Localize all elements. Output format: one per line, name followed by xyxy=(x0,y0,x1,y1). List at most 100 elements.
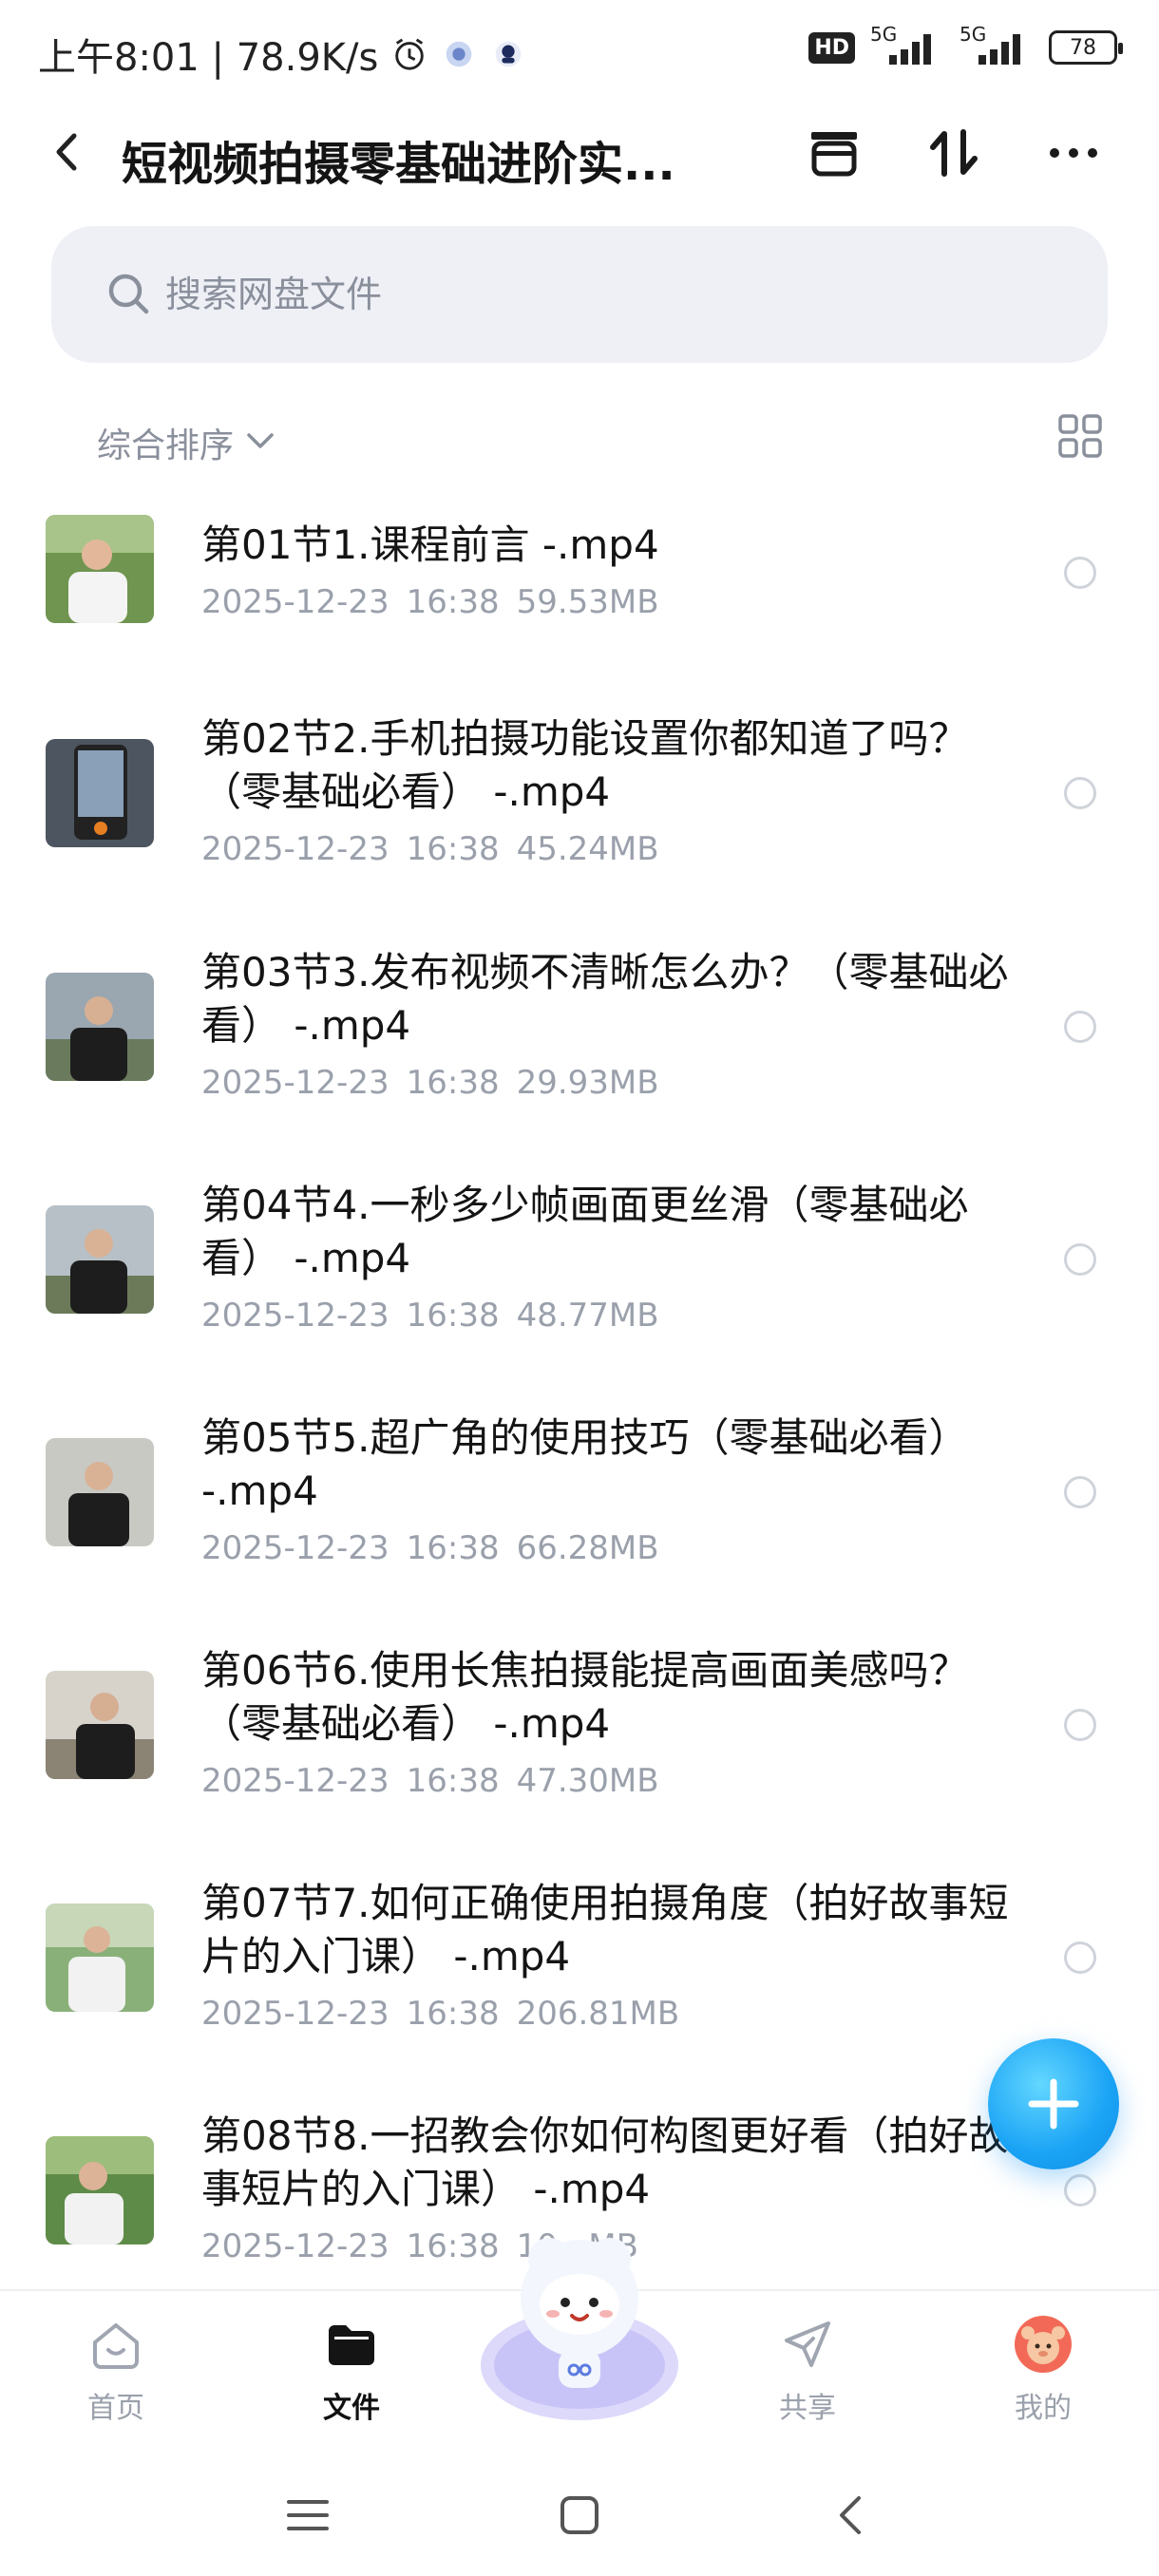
search-bar[interactable] xyxy=(51,226,1108,363)
file-size: 66.28MB xyxy=(516,1529,659,1567)
file-date: 2025-12-23 xyxy=(201,583,390,621)
more-button[interactable] xyxy=(1043,123,1104,183)
tab-label: 我的 xyxy=(1015,2392,1072,2425)
archive-button[interactable] xyxy=(804,123,864,183)
back-icon[interactable] xyxy=(825,2489,878,2542)
file-size: 48.77MB xyxy=(516,1297,659,1335)
ai-assistant-button[interactable] xyxy=(475,2223,684,2422)
signal-icon: 5G xyxy=(870,23,944,66)
select-radio[interactable] xyxy=(1064,2174,1096,2207)
file-meta: 2025-12-23 16:38 29.93MB xyxy=(201,1064,659,1102)
file-size: 45.24MB xyxy=(516,830,659,868)
select-radio[interactable] xyxy=(1064,1941,1096,1974)
more-dots-icon xyxy=(1050,148,1097,158)
file-date: 2025-12-23 xyxy=(201,1762,390,1800)
app-notification-icon xyxy=(446,41,472,67)
file-name: 第03节3.发布视频不清晰怎么办？（零基础必看） -.mp4 xyxy=(201,949,1009,1049)
file-name: 第01节1.课程前言 -.mp4 xyxy=(201,521,659,568)
tab-files[interactable]: 文件 xyxy=(276,2314,428,2437)
mascot-icon xyxy=(481,2238,678,2420)
file-name: 第05节5.超广角的使用技巧（零基础必看） -.mp4 xyxy=(201,1414,969,1514)
status-bar: 上午8:01 | 78.9K/s HD 5G 5G 78 xyxy=(0,0,1159,104)
file-name: 第06节6.使用长焦拍摄能提高画面美感吗？（零基础必看） -.mp4 xyxy=(201,1647,969,1747)
video-thumbnail xyxy=(46,1438,154,1546)
file-date: 2025-12-23 xyxy=(201,1297,390,1335)
sort-row: 综合排序 xyxy=(0,408,1159,475)
sort-arrows-icon xyxy=(930,129,978,177)
signal-icon-2: 5G xyxy=(960,23,1034,66)
video-thumbnail xyxy=(46,515,154,623)
tab-label: 首页 xyxy=(87,2392,144,2425)
select-radio[interactable] xyxy=(1064,1476,1096,1508)
select-radio[interactable] xyxy=(1064,557,1096,589)
tab-label: 共享 xyxy=(779,2392,836,2425)
file-size: 59.53MB xyxy=(516,583,659,621)
menu-icon[interactable] xyxy=(281,2489,334,2542)
file-size: 47.30MB xyxy=(516,1762,659,1800)
select-radio[interactable] xyxy=(1064,1709,1096,1741)
hd-badge: HD xyxy=(808,31,855,64)
file-time: 16:38 xyxy=(406,1762,500,1800)
file-name: 第04节4.一秒多少帧画面更丝滑（零基础必看） -.mp4 xyxy=(201,1182,969,1281)
select-radio[interactable] xyxy=(1064,1243,1096,1276)
header: 短视频拍摄零基础进阶实... xyxy=(0,109,1159,195)
add-button[interactable] xyxy=(988,2038,1119,2169)
battery-icon: 78 xyxy=(1049,30,1123,65)
sort-button[interactable] xyxy=(923,123,984,183)
select-radio[interactable] xyxy=(1064,1011,1096,1043)
archive-box-icon xyxy=(811,132,857,177)
file-date: 2025-12-23 xyxy=(201,1529,390,1567)
list-item[interactable]: 第03节3.发布视频不清晰怎么办？（零基础必看） -.mp4 2025-12-2… xyxy=(0,912,1159,1145)
file-date: 2025-12-23 xyxy=(201,2227,390,2265)
tab-me[interactable]: 我的 xyxy=(967,2314,1119,2437)
file-name: 第02节2.手机拍摄功能设置你都知道了吗？（零基础必看） -.mp4 xyxy=(201,715,969,815)
file-name: 第07节7.如何正确使用拍摄角度（拍好故事短片的入门课） -.mp4 xyxy=(201,1880,1009,1979)
sort-dropdown-label[interactable]: 综合排序 xyxy=(97,418,234,467)
home-square-icon[interactable] xyxy=(553,2489,606,2542)
file-name: 第08节8.一招教会你如何构图更好看（拍好故事短片的入门课） -.mp4 xyxy=(201,2112,1009,2212)
chevron-down-icon[interactable] xyxy=(245,426,276,456)
list-item[interactable]: 第04节4.一秒多少帧画面更丝滑（零基础必看） -.mp4 2025-12-23… xyxy=(0,1145,1159,1377)
video-thumbnail xyxy=(46,1671,154,1779)
grid-view-icon[interactable] xyxy=(1056,412,1104,460)
file-list-screen: 上午8:01 | 78.9K/s HD 5G 5G 78 短视频拍摄零基础进阶实… xyxy=(0,0,1159,2576)
folder-icon xyxy=(329,2325,374,2365)
list-item[interactable]: 第01节1.课程前言 -.mp4 2025-12-23 16:38 59.53MB xyxy=(0,484,1159,674)
file-meta: 2025-12-23 16:38 45.24MB xyxy=(201,830,659,868)
search-icon xyxy=(108,274,149,314)
file-meta: 2025-12-23 16:38 59.53MB xyxy=(201,583,659,621)
tab-label: 文件 xyxy=(323,2392,380,2425)
file-date: 2025-12-23 xyxy=(201,830,390,868)
select-radio[interactable] xyxy=(1064,777,1096,809)
file-time: 16:38 xyxy=(406,1297,500,1335)
video-thumbnail xyxy=(46,973,154,1081)
file-meta: 2025-12-23 16:38 66.28MB xyxy=(201,1529,659,1567)
home-icon xyxy=(93,2323,139,2369)
file-meta: 2025-12-23 16:38 206.81MB xyxy=(201,1995,679,2033)
video-thumbnail xyxy=(46,2136,154,2245)
file-time: 16:38 xyxy=(406,583,500,621)
list-item[interactable]: 第06节6.使用长焦拍摄能提高画面美感吗？（零基础必看） -.mp4 2025-… xyxy=(0,1610,1159,1843)
alarm-icon xyxy=(395,38,425,70)
video-thumbnail xyxy=(46,1904,154,2012)
video-thumbnail xyxy=(46,1205,154,1314)
page-title: 短视频拍摄零基础进阶实... xyxy=(122,138,675,191)
file-meta: 2025-12-23 16:38 47.30MB xyxy=(201,1762,659,1800)
file-date: 2025-12-23 xyxy=(201,1995,390,2033)
status-time-speed: 上午8:01 | 78.9K/s xyxy=(38,36,379,80)
list-item[interactable]: 第07节7.如何正确使用拍摄角度（拍好故事短片的入门课） -.mp4 2025-… xyxy=(0,1843,1159,2075)
avatar-icon xyxy=(1015,2316,1072,2373)
system-nav-bar xyxy=(0,2451,1159,2576)
list-item[interactable]: 第02节2.手机拍摄功能设置你都知道了吗？（零基础必看） -.mp4 2025-… xyxy=(0,674,1159,912)
list-item[interactable]: 第05节5.超广角的使用技巧（零基础必看） -.mp4 2025-12-23 16… xyxy=(0,1377,1159,1610)
status-right: HD 5G 5G 78 xyxy=(808,23,1123,66)
file-size: 29.93MB xyxy=(516,1064,659,1102)
tab-home[interactable]: 首页 xyxy=(40,2314,192,2437)
file-size: 206.81MB xyxy=(516,1995,680,2033)
chevron-left-icon[interactable] xyxy=(48,130,86,174)
tab-share[interactable]: 共享 xyxy=(732,2314,884,2437)
app-notification-icon-2 xyxy=(496,41,522,67)
search-input[interactable] xyxy=(165,226,1020,363)
file-time: 16:38 xyxy=(406,830,500,868)
file-time: 16:38 xyxy=(406,1995,500,2033)
